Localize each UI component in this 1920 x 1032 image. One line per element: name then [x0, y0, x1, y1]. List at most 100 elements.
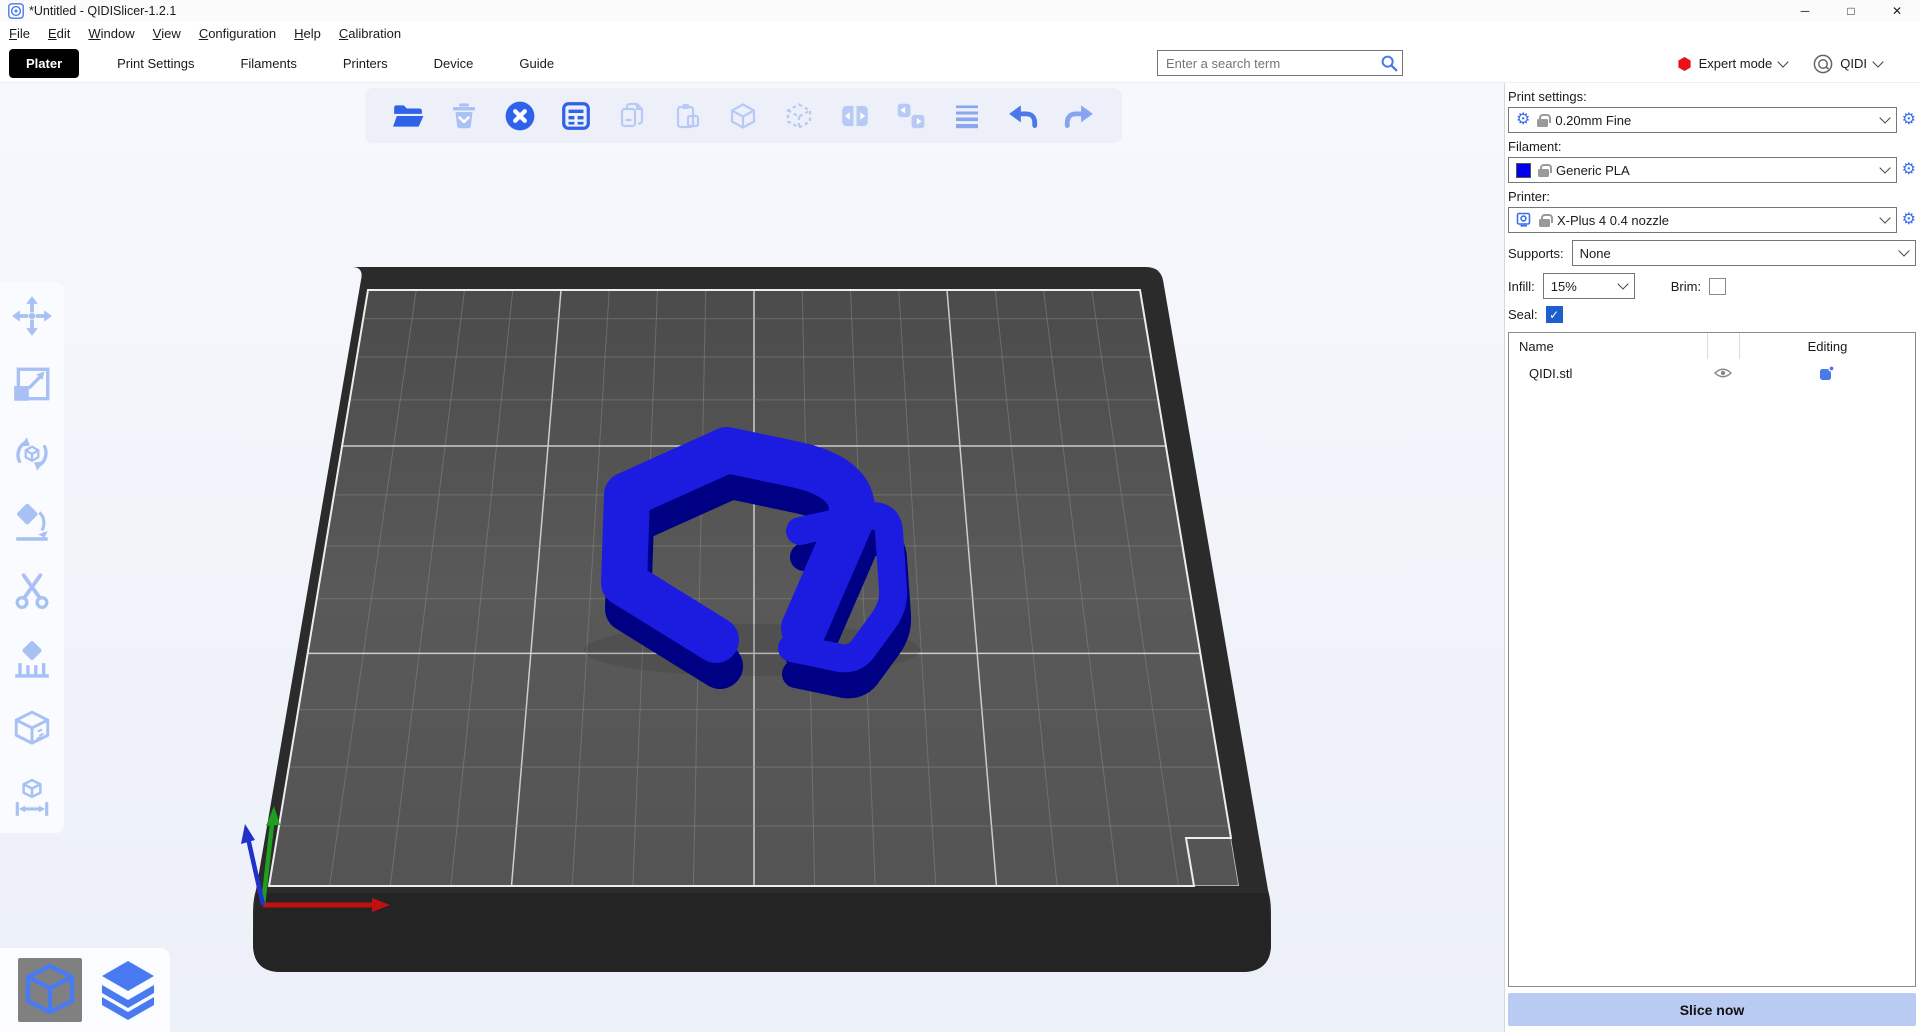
- delete-all-button[interactable]: [503, 99, 537, 133]
- split-to-parts-button[interactable]: [894, 99, 928, 133]
- redo-button[interactable]: [1062, 99, 1096, 133]
- supports-icon: [11, 640, 53, 682]
- menu-bar: File Edit Window View Configuration Help…: [0, 22, 1920, 44]
- menu-calibration-key: C: [339, 26, 348, 41]
- open-button[interactable]: [391, 99, 425, 133]
- move-icon: [11, 295, 53, 337]
- filament-gear-button[interactable]: ⚙: [1902, 162, 1916, 178]
- arrange-icon: [560, 100, 592, 132]
- place-on-face-button[interactable]: [10, 501, 54, 545]
- search-icon[interactable]: [1380, 54, 1398, 72]
- slice-now-button[interactable]: Slice now: [1508, 993, 1916, 1026]
- filament-value: Generic PLA: [1556, 163, 1630, 178]
- edit-object-button[interactable]: [1739, 365, 1915, 381]
- undo-button[interactable]: [1006, 99, 1040, 133]
- tab-guide[interactable]: Guide: [519, 56, 554, 71]
- filament-combo[interactable]: Generic PLA: [1508, 157, 1897, 183]
- split-objects-icon: [839, 100, 871, 132]
- chevron-down-icon: [1898, 245, 1909, 256]
- chevron-down-icon: [1872, 56, 1883, 67]
- menu-calibration-rest: alibration: [348, 26, 401, 41]
- object-list: Name Editing QIDI.stl: [1508, 332, 1916, 987]
- menu-help-rest: elp: [304, 26, 321, 41]
- seam-cube-icon: [11, 709, 53, 751]
- object-row[interactable]: QIDI.stl: [1509, 359, 1915, 387]
- menu-edit[interactable]: Edit: [39, 22, 79, 44]
- mode-selector[interactable]: Expert mode: [1677, 56, 1788, 72]
- menu-window[interactable]: Window: [79, 22, 143, 44]
- scale-button[interactable]: [10, 363, 54, 407]
- printer-label: Printer:: [1508, 189, 1916, 204]
- variable-layer-height-button[interactable]: [950, 99, 984, 133]
- account-menu[interactable]: QIDI: [1813, 54, 1882, 74]
- brim-checkbox[interactable]: [1709, 278, 1726, 295]
- print-settings-value: 0.20mm Fine: [1555, 113, 1631, 128]
- menu-configuration-key: C: [199, 26, 208, 41]
- tab-filaments[interactable]: Filaments: [240, 56, 296, 71]
- infill-value: 15%: [1551, 279, 1577, 294]
- viewport-3d[interactable]: [0, 83, 1504, 1032]
- seam-painting-button[interactable]: [10, 708, 54, 752]
- tab-plater[interactable]: Plater: [9, 49, 79, 78]
- seal-checkbox[interactable]: ✓: [1546, 306, 1563, 323]
- minimize-button[interactable]: ─: [1782, 0, 1828, 22]
- window-title: *Untitled - QIDISlicer-1.2.1: [29, 4, 176, 18]
- object-list-header: Name Editing: [1509, 333, 1915, 359]
- print-settings-label: Print settings:: [1508, 89, 1916, 104]
- rotate-button[interactable]: [10, 432, 54, 476]
- printer-combo[interactable]: X-Plus 4 0.4 nozzle: [1508, 207, 1897, 233]
- tab-print-settings[interactable]: Print Settings: [117, 56, 194, 71]
- visibility-toggle[interactable]: [1707, 367, 1739, 379]
- mode-label: Expert mode: [1699, 56, 1773, 71]
- menu-help[interactable]: Help: [285, 22, 330, 44]
- eye-icon: [1714, 367, 1732, 379]
- folder-open-icon: [392, 100, 424, 132]
- menu-file[interactable]: File: [0, 22, 39, 44]
- column-name: Name: [1509, 333, 1707, 359]
- view-mode-toggles: [0, 948, 170, 1032]
- editor-view-button[interactable]: [18, 958, 82, 1022]
- copy-button[interactable]: [615, 99, 649, 133]
- print-settings-combo[interactable]: ⚙ 0.20mm Fine: [1508, 107, 1897, 133]
- add-instance-button[interactable]: [727, 99, 761, 133]
- menu-calibration[interactable]: Calibration: [330, 22, 410, 44]
- remove-instance-button[interactable]: [782, 99, 816, 133]
- menu-configuration[interactable]: Configuration: [190, 22, 285, 44]
- tab-device[interactable]: Device: [434, 56, 474, 71]
- chevron-down-icon: [1879, 162, 1890, 173]
- print-settings-gear-button[interactable]: ⚙: [1902, 112, 1916, 128]
- search-input[interactable]: [1157, 50, 1403, 76]
- tab-printers[interactable]: Printers: [343, 56, 388, 71]
- search-box: [1157, 50, 1403, 76]
- lock-icon: [1537, 119, 1548, 127]
- paste-button[interactable]: [671, 99, 705, 133]
- place-on-face-icon: [11, 502, 53, 544]
- measure-button[interactable]: [10, 777, 54, 821]
- printer-icon: [1516, 212, 1532, 228]
- column-editing: Editing: [1739, 333, 1915, 359]
- title-bar: *Untitled - QIDISlicer-1.2.1 ─ □ ✕: [0, 0, 1920, 22]
- split-to-objects-button[interactable]: [838, 99, 872, 133]
- infill-combo[interactable]: 15%: [1543, 273, 1635, 299]
- cut-button[interactable]: [10, 570, 54, 614]
- split-parts-icon: [895, 100, 927, 132]
- gear-icon: ⚙: [1516, 112, 1530, 128]
- close-button[interactable]: ✕: [1874, 0, 1920, 22]
- undo-arrow-icon: [1007, 100, 1039, 132]
- menu-window-rest: indow: [101, 26, 135, 41]
- printer-gear-button[interactable]: ⚙: [1902, 212, 1916, 228]
- menu-view[interactable]: View: [144, 22, 190, 44]
- arrange-button[interactable]: [559, 99, 593, 133]
- move-button[interactable]: [10, 294, 54, 338]
- maximize-button[interactable]: □: [1828, 0, 1874, 22]
- delete-button[interactable]: [447, 99, 481, 133]
- column-visibility: [1707, 333, 1739, 359]
- paint-supports-button[interactable]: [10, 639, 54, 683]
- supports-combo[interactable]: None: [1572, 240, 1916, 266]
- chevron-down-icon: [1617, 278, 1628, 289]
- redo-arrow-icon: [1063, 100, 1095, 132]
- trash-icon: [449, 101, 479, 131]
- menu-file-rest: ile: [17, 26, 30, 41]
- preview-view-button[interactable]: [96, 958, 160, 1022]
- tab-bar: Plater Print Settings Filaments Printers…: [0, 44, 1920, 83]
